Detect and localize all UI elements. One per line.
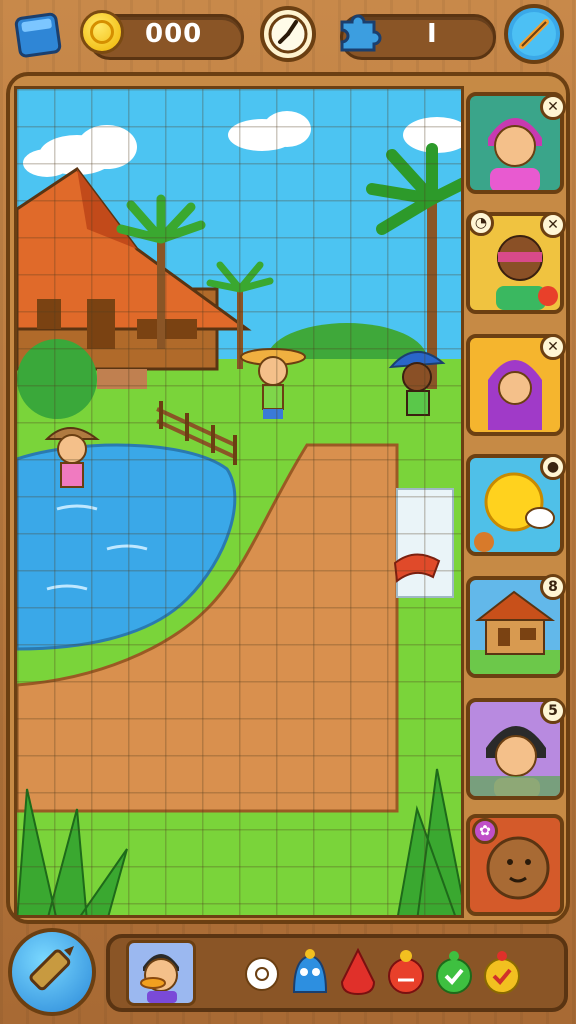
crayon-tool-button[interactable] [8,928,96,1016]
green-check-creature-icon [436,951,472,994]
clock-icon [268,14,308,54]
close-icon: ✕ [547,99,559,115]
yellow-check-item[interactable] [480,946,524,996]
yellow-check-creature-icon [484,951,520,994]
flower-badge: ✿ [472,818,498,844]
red-angry-creature-icon [388,950,424,994]
close-badge-3[interactable]: ✕ [540,334,566,360]
green-check-item[interactable] [432,946,476,996]
white-flower-item[interactable] [240,946,284,996]
red-drop-icon [340,947,376,996]
puzzle-scene [17,89,461,915]
blue-card-button[interactable] [14,10,64,60]
close-icon: ✕ [547,339,559,355]
close-badge-2[interactable]: ✕ [540,212,566,238]
crayon-icon [29,946,74,991]
duck-face-boy-icon [140,954,179,1003]
close-badge-1[interactable]: ✕ [540,94,566,120]
boy-badge-count: 5 [548,703,558,719]
clock-button[interactable] [260,6,316,62]
blue-blob-creature-icon [292,949,328,993]
white-flower-icon [245,957,279,991]
wrench-icon [512,12,556,56]
ladybug-badge: ● [540,454,566,480]
timer-badge: ◔ [468,210,494,236]
count-badge-house: 8 [540,574,566,600]
settings-button[interactable] [504,4,564,64]
coin-count: 000 [145,19,203,49]
red-drop-item[interactable] [336,946,380,996]
top-hud: 000 I [0,0,576,72]
count-badge-boy: 5 [540,698,566,724]
piece-count: I [427,19,438,49]
player-avatar[interactable] [126,940,196,1006]
flower-icon: ✿ [479,823,491,839]
blue-blob-item[interactable] [288,946,332,996]
red-creature-item[interactable] [384,946,428,996]
empty-slot[interactable] [396,488,454,598]
close-icon: ✕ [547,217,559,233]
coin-icon [80,10,124,54]
puzzle-board[interactable] [14,86,464,918]
house-badge-count: 8 [548,579,558,595]
ladybug-icon: ● [546,459,560,475]
blue-card-icon [14,12,62,58]
clock-badge-icon: ◔ [474,215,488,231]
puzzle-piece-icon [340,14,382,52]
bush-left [17,339,97,419]
